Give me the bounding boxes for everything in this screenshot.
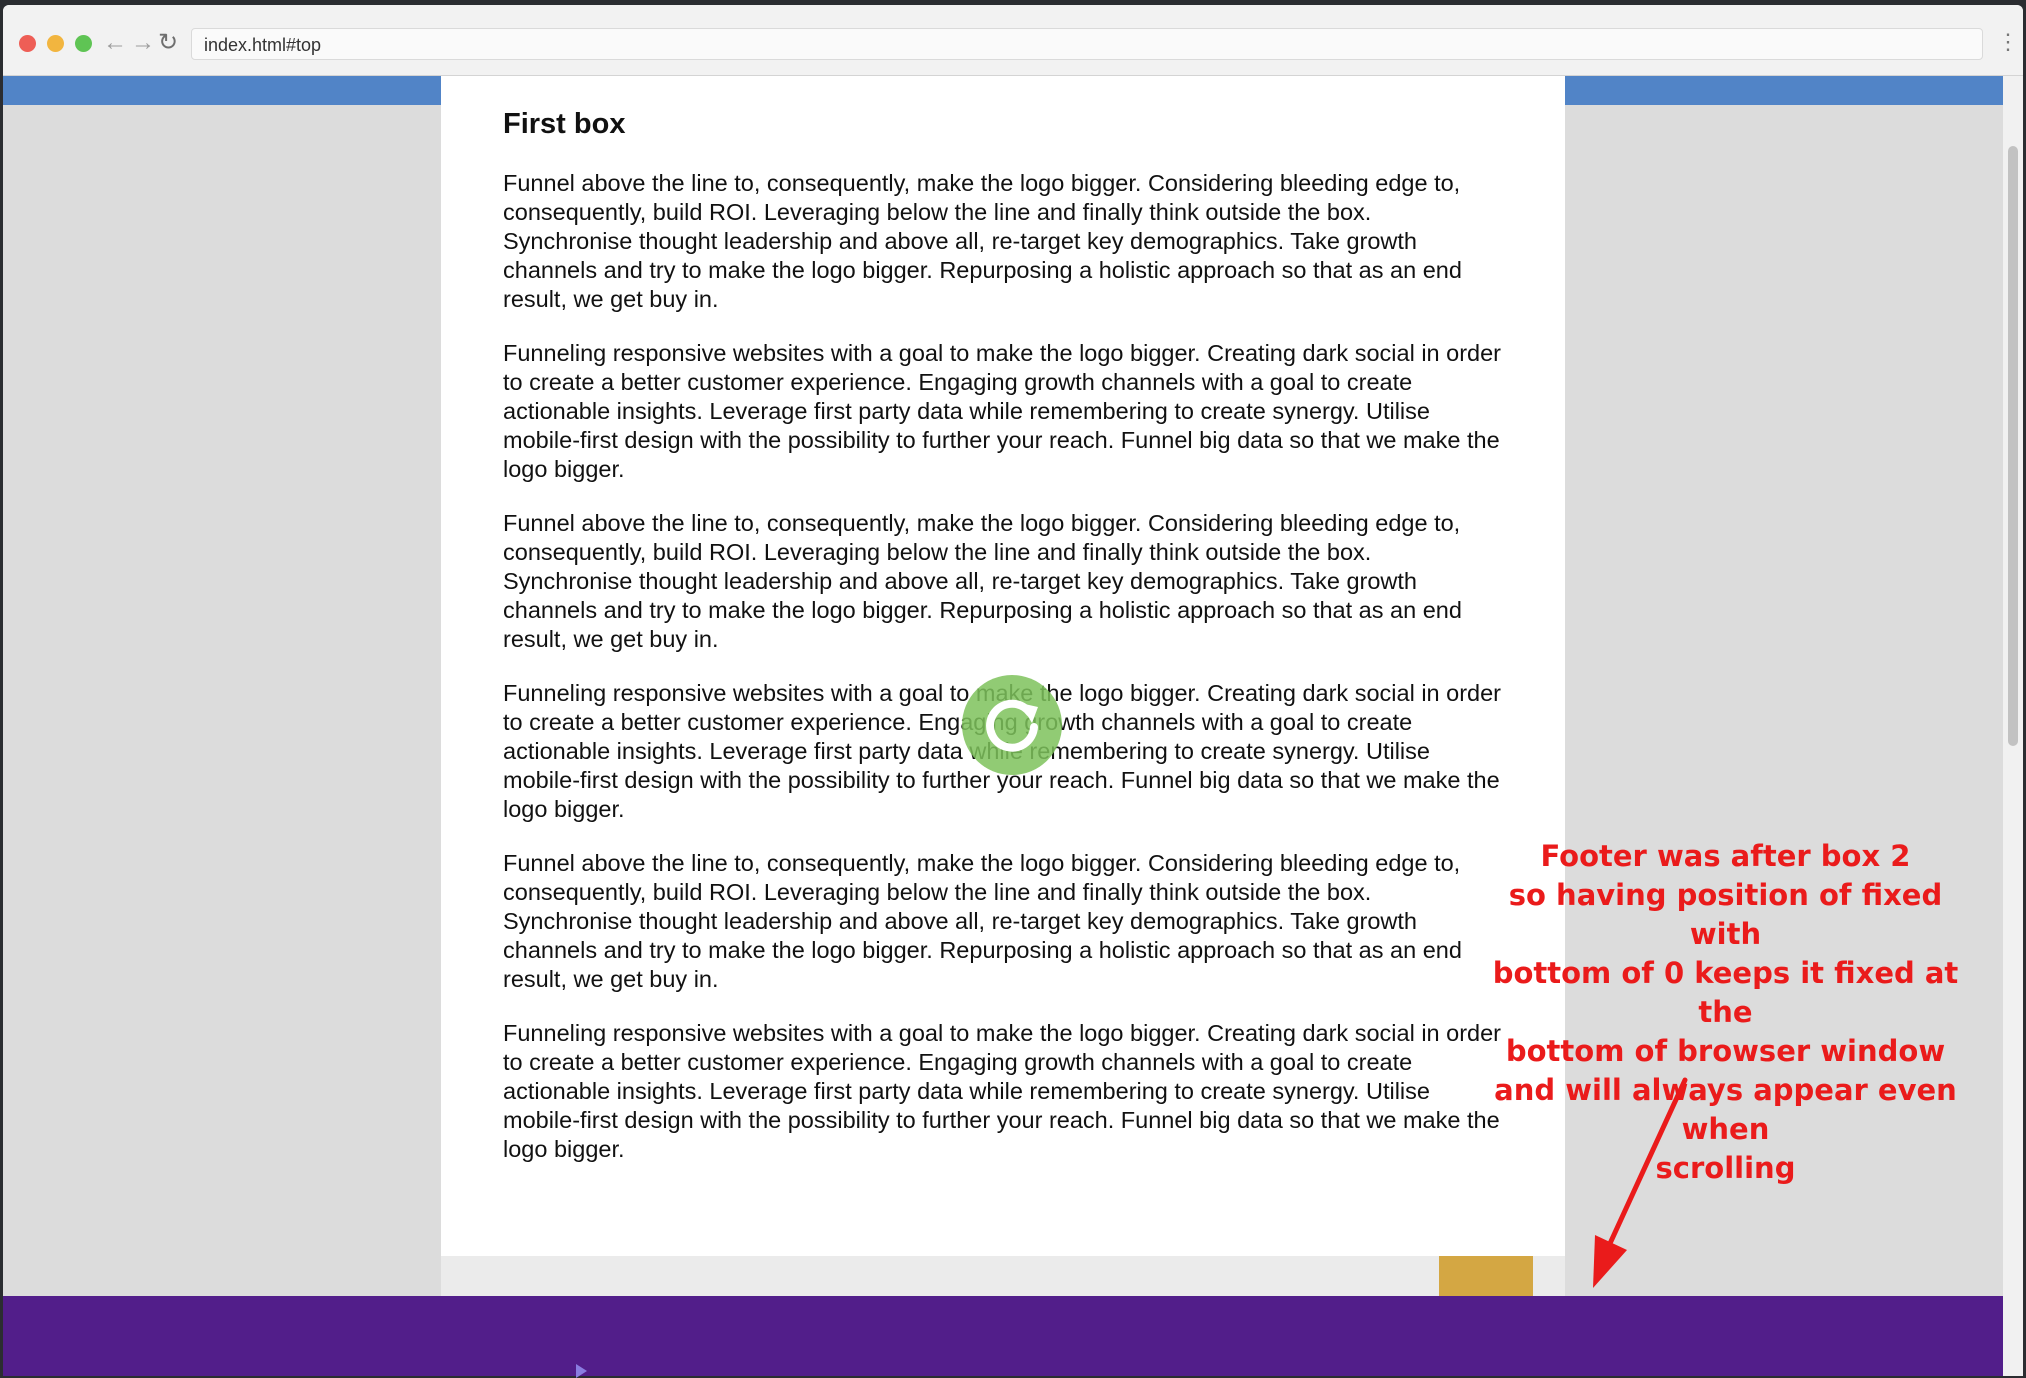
paragraph: Funnel above the line to, consequently, … [503,850,1462,992]
reload-icon [986,699,1038,752]
paragraph: Funnel above the line to, consequently, … [503,170,1462,312]
annotation-line: scrolling [1655,1151,1796,1185]
close-window-button[interactable] [19,35,36,52]
reload-icon[interactable]: ↻ [158,31,178,55]
box-title: First box [503,108,626,140]
arrow-right-icon[interactable]: → [131,31,155,55]
paragraph: Funnel above the line to, consequently, … [503,510,1462,652]
annotation-line: and will always appear even when [1494,1073,1957,1146]
first-box: First box Funnel above the line to, cons… [441,76,1565,1256]
reload-overlay [962,675,1062,775]
annotation-note: Footer was after box 2 so having positio… [1483,837,1968,1188]
maximize-window-button[interactable] [75,35,92,52]
scrollbar[interactable] [2003,76,2023,1376]
fixed-footer [3,1296,2003,1376]
annotation-arrow [1593,1077,1688,1288]
minimize-window-button[interactable] [47,35,64,52]
annotation-line: Footer was after box 2 [1540,839,1911,873]
arrow-left-icon[interactable]: ← [103,31,127,55]
annotation-line: so having position of fixed with [1508,878,1943,951]
annotation-line: bottom of browser window [1505,1034,1946,1068]
paragraph: Funneling responsive websites with a goa… [503,340,1502,482]
browser-toolbar: ← → ↻ index.html#top ⋮ [3,5,2023,76]
scrollbar-thumb[interactable] [2008,146,2018,746]
address-bar[interactable]: index.html#top [191,28,1983,60]
more-vertical-icon[interactable]: ⋮ [1997,27,2019,57]
annotation-line: bottom of 0 keeps it fixed at the [1492,956,1959,1029]
paragraph: Funneling responsive websites with a goa… [503,1020,1502,1162]
